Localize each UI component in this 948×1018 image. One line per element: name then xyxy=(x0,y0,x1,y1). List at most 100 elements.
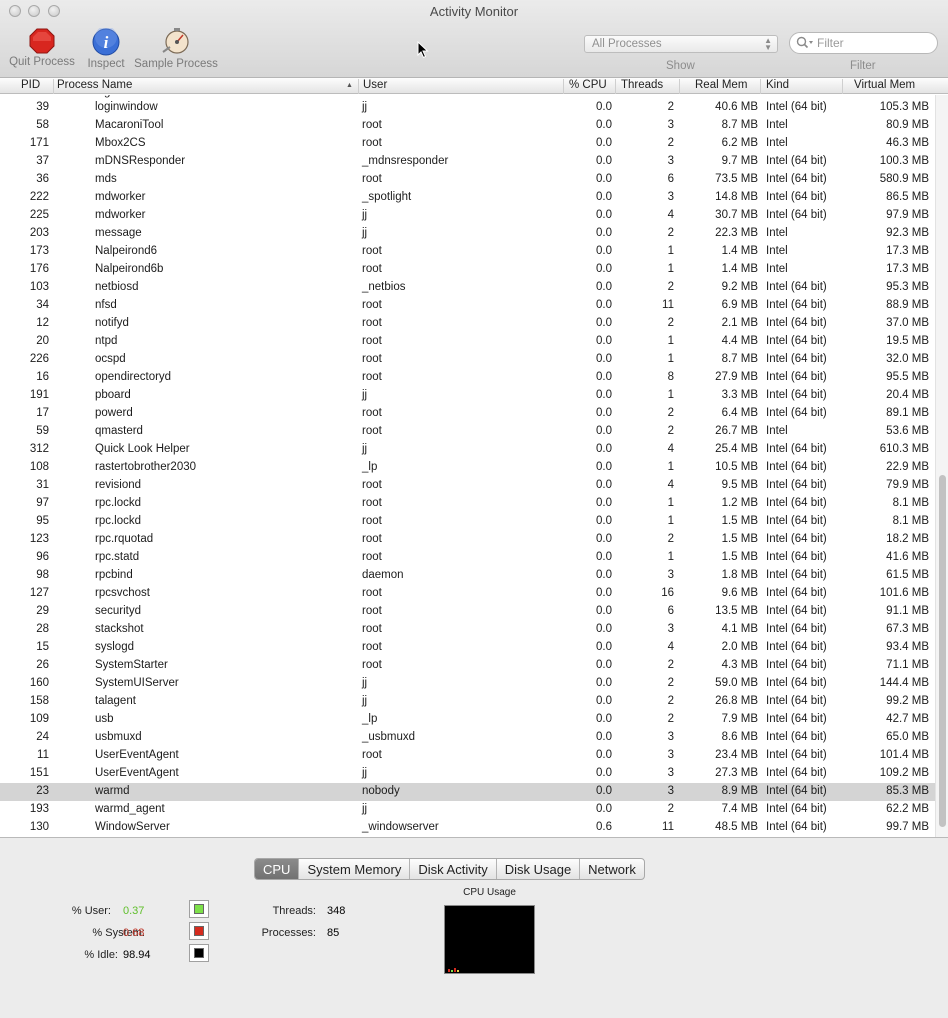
real-mem-cell: 27.3 MB xyxy=(715,767,758,779)
virtual-mem-cell: 79.9 MB xyxy=(886,479,929,491)
pid-cell: 37 xyxy=(36,155,49,167)
column-header-virtual-mem[interactable]: Virtual Mem xyxy=(842,79,935,94)
tab-disk-activity[interactable]: Disk Activity xyxy=(409,859,495,879)
pid-cell: 151 xyxy=(29,767,49,779)
table-row[interactable]: 39 loginwindow jj 0.0 2 40.6 MB Intel (64 bit)… xyxy=(0,99,935,117)
table-row[interactable]: 203 message jj 0.0 2 22.3 MB Intel 92.3 MB xyxy=(0,225,935,243)
column-header-real-mem[interactable]: Real Mem xyxy=(679,79,760,94)
pid-cell: 24 xyxy=(36,731,49,743)
table-row[interactable]: 23 warmd nobody 0.0 3 8.9 MB Intel (64 bit) 85.… xyxy=(0,783,935,801)
tab-system-memory[interactable]: System Memory xyxy=(298,859,409,879)
real-mem-cell: 48.5 MB xyxy=(715,821,758,833)
sample-process-button[interactable]: Sample Process xyxy=(134,28,218,70)
table-row[interactable]: 36 mds root 0.0 6 73.5 MB Intel (64 bit) 580.9 … xyxy=(0,171,935,189)
table-row[interactable]: 312 Quick Look Helper jj 0.0 4 25.4 MB Intel (… xyxy=(0,441,935,459)
table-row[interactable]: 225 mdworker jj 0.0 4 30.7 MB Intel (64 bit) 97… xyxy=(0,207,935,225)
table-row[interactable]: 109 usb _lp 0.0 2 7.9 MB Intel (64 bit) 42.7 MB xyxy=(0,711,935,729)
table-row[interactable]: 11 UserEventAgent root 0.0 3 23.4 MB Intel (64… xyxy=(0,747,935,765)
virtual-mem-cell: 19.5 MB xyxy=(886,335,929,347)
table-row[interactable]: 98 rpcbind daemon 0.0 3 1.8 MB Intel (64 bit) 6… xyxy=(0,567,935,585)
table-row[interactable]: 173 Nalpeirond6 root 0.0 1 1.4 MB Intel 17.3 MB xyxy=(0,243,935,261)
column-header-cpu[interactable]: % CPU xyxy=(563,79,615,94)
virtual-mem-cell: 62.2 MB xyxy=(886,803,929,815)
pid-cell: 20 xyxy=(36,335,49,347)
kind-cell: Intel xyxy=(766,137,788,149)
table-row[interactable]: 16 opendirectoryd root 0.0 8 27.9 MB Intel (64… xyxy=(0,369,935,387)
scrollbar-thumb[interactable] xyxy=(939,475,946,827)
virtual-mem-cell: 61.5 MB xyxy=(886,569,929,581)
kind-cell: Intel (64 bit) xyxy=(766,821,827,833)
pid-cell: 191 xyxy=(29,389,49,401)
table-row[interactable]: 171 Mbox2CS root 0.0 2 6.2 MB Intel 46.3 MB xyxy=(0,135,935,153)
column-header-kind[interactable]: Kind xyxy=(760,79,842,94)
cpu-cell: 0.6 xyxy=(596,821,612,833)
table-row[interactable]: 29 securityd root 0.0 6 13.5 MB Intel (64 bit)… xyxy=(0,603,935,621)
column-header-pid[interactable]: PID xyxy=(21,79,40,94)
table-row[interactable]: 34 nfsd root 0.0 11 6.9 MB Intel (64 bit) 88.9 … xyxy=(0,297,935,315)
system-color-swatch[interactable] xyxy=(189,922,209,940)
table-row[interactable]: 191 pboard jj 0.0 1 3.3 MB Intel (64 bit) 20.4 … xyxy=(0,387,935,405)
tab-network[interactable]: Network xyxy=(579,859,644,879)
table-row[interactable]: 20 ntpd root 0.0 1 4.4 MB Intel (64 bit) 19.5 M… xyxy=(0,333,935,351)
user-cell: root xyxy=(362,623,382,635)
user-color-chip xyxy=(194,904,204,914)
table-row[interactable]: 59 qmasterd root 0.0 2 26.7 MB Intel 53.6 MB xyxy=(0,423,935,441)
virtual-mem-cell: 37.0 MB xyxy=(886,317,929,329)
column-header-process-name[interactable]: Process Name xyxy=(53,79,359,94)
table-row[interactable]: 103 netbiosd _netbios 0.0 2 9.2 MB Intel (64 b… xyxy=(0,279,935,297)
process-name-cell: nfsd xyxy=(95,299,117,311)
sample-process-label: Sample Process xyxy=(134,58,218,70)
column-header-user[interactable]: User xyxy=(358,79,563,94)
user-color-swatch[interactable] xyxy=(189,900,209,918)
inspect-button[interactable]: i Inspect xyxy=(84,28,128,70)
tab-disk-usage[interactable]: Disk Usage xyxy=(495,859,579,879)
table-row[interactable]: 96 rpc.statd root 0.0 1 1.5 MB Intel (64 bit) 4… xyxy=(0,549,935,567)
table-row[interactable]: 95 rpc.lockd root 0.0 1 1.5 MB Intel (64 bit) 8… xyxy=(0,513,935,531)
user-cell: _spotlight xyxy=(362,191,412,203)
quit-process-button[interactable]: Quit Process xyxy=(8,28,76,68)
threads-cell: 8 xyxy=(667,371,674,383)
tab-cpu[interactable]: CPU xyxy=(255,859,299,879)
table-row[interactable]: 176 Nalpeirond6b root 0.0 1 1.4 MB Intel 17.3 M… xyxy=(0,261,935,279)
table-row[interactable]: 26 SystemStarter root 0.0 2 4.3 MB Intel (64 b… xyxy=(0,657,935,675)
table-row[interactable]: 160 SystemUIServer jj 0.0 2 59.0 MB Intel (64 … xyxy=(0,675,935,693)
table-row[interactable]: 17 powerd root 0.0 2 6.4 MB Intel (64 bit) 89.1… xyxy=(0,405,935,423)
table-row[interactable]: 151 UserEventAgent jj 0.0 3 27.3 MB Intel (64 … xyxy=(0,765,935,783)
process-name-cell: ntpd xyxy=(95,335,118,347)
pid-cell: 158 xyxy=(29,695,49,707)
idle-percent-label: % Idle: xyxy=(84,949,118,961)
kind-cell: Intel (64 bit) xyxy=(766,317,827,329)
threads-cell: 11 xyxy=(662,299,674,311)
real-mem-cell: 6.2 MB xyxy=(721,137,758,149)
table-row[interactable]: 226 ocspd root 0.0 1 8.7 MB Intel (64 bit) 32.0… xyxy=(0,351,935,369)
table-row[interactable]: 37 mDNSResponder _mdnsresponder 0.0 3 9.7 MB I… xyxy=(0,153,935,171)
pid-cell: 108 xyxy=(29,461,49,473)
table-row[interactable]: 193 warmd_agent jj 0.0 2 7.4 MB Intel (64 bit)… xyxy=(0,801,935,819)
process-name-cell: qmasterd xyxy=(95,425,143,437)
idle-color-swatch[interactable] xyxy=(189,944,209,962)
threads-cell: 4 xyxy=(667,479,674,491)
real-mem-cell: 59.0 MB xyxy=(715,677,758,689)
real-mem-cell: 26.7 MB xyxy=(715,425,758,437)
table-row[interactable]: 15 syslogd root 0.0 4 2.0 MB Intel (64 bit) 93.… xyxy=(0,639,935,657)
user-cell: root xyxy=(362,371,382,383)
table-row[interactable]: 58 MacaroniTool root 0.0 3 8.7 MB Intel 80.9 MB xyxy=(0,117,935,135)
threads-cell: 16 xyxy=(661,587,674,599)
table-row[interactable]: 24 usbmuxd _usbmuxd 0.0 3 8.6 MB Intel (64 bit… xyxy=(0,729,935,747)
table-row[interactable]: 123 rpc.rquotad root 0.0 2 1.5 MB Intel (64 bi… xyxy=(0,531,935,549)
table-row[interactable]: 158 talagent jj 0.0 2 26.8 MB Intel (64 bit) 99… xyxy=(0,693,935,711)
table-row[interactable]: 28 stackshot root 0.0 3 4.1 MB Intel (64 bit) 6… xyxy=(0,621,935,639)
table-scrollbar[interactable] xyxy=(935,95,948,837)
show-processes-select[interactable]: All Processes ▲ ▼ xyxy=(584,35,778,53)
table-row[interactable]: 31 revisiond root 0.0 4 9.5 MB Intel (64 bit) 7… xyxy=(0,477,935,495)
threads-cell: 2 xyxy=(667,137,674,149)
filter-search-input[interactable]: Filter xyxy=(789,32,938,54)
table-row[interactable]: 97 rpc.lockd root 0.0 1 1.2 MB Intel (64 bit) 8… xyxy=(0,495,935,513)
column-header-threads[interactable]: Threads xyxy=(615,79,679,94)
table-row[interactable]: 130 WindowServer _windowserver 0.6 11 48.5 MB… xyxy=(0,819,935,837)
table-row[interactable]: 108 rastertobrother2030 _lp 0.0 1 10.5 MB Inte… xyxy=(0,459,935,477)
kind-cell: Intel (64 bit) xyxy=(766,443,827,455)
table-row[interactable]: 222 mdworker _spotlight 0.0 3 14.8 MB Intel (6… xyxy=(0,189,935,207)
table-row[interactable]: 127 rpcsvchost root 0.0 16 9.6 MB Intel (64 bi… xyxy=(0,585,935,603)
table-row[interactable]: 12 notifyd root 0.0 2 2.1 MB Intel (64 bit) 37.… xyxy=(0,315,935,333)
